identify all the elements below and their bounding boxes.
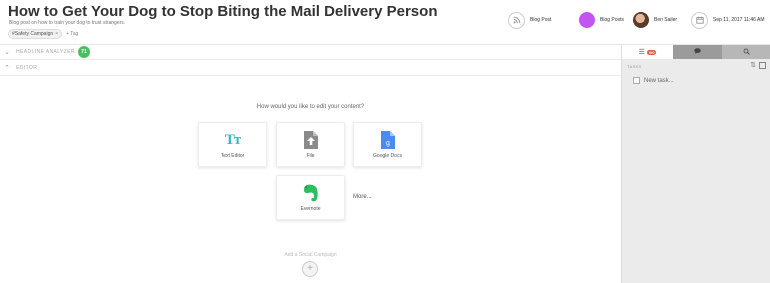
new-task-input[interactable]: New task...	[633, 77, 674, 84]
page-description[interactable]: Blog post on how to train your dog to tr…	[9, 20, 125, 26]
date-selector[interactable]: Sep 11, 2017 11:46 AM	[691, 10, 765, 30]
search-icon	[743, 48, 750, 57]
task-checkbox[interactable]	[633, 77, 640, 84]
owner-name: Ben Sailer	[654, 17, 678, 23]
svg-text:g: g	[386, 140, 390, 147]
rss-icon	[508, 11, 525, 29]
google-docs-icon: g	[354, 131, 421, 149]
tasks-toolbar: ⇅	[750, 61, 766, 69]
new-task-placeholder: New task...	[644, 77, 674, 84]
option-label: Evernote	[300, 206, 321, 212]
calendar-icon	[691, 11, 708, 29]
option-label: File	[306, 153, 315, 159]
more-options-link[interactable]: More...	[353, 194, 372, 200]
text-editor-icon: Tт	[224, 131, 241, 148]
evernote-option[interactable]: Evernote	[276, 175, 345, 220]
tab-search[interactable]	[722, 45, 770, 59]
avatar	[633, 12, 649, 28]
sidebar-tabs: ☰ 0/0	[622, 45, 770, 59]
tag-list: #Safety Campaign × + Tag	[8, 29, 78, 39]
tag-label: #Safety Campaign	[12, 31, 54, 37]
editor-toggle[interactable]: ⌃ EDITOR	[0, 61, 621, 76]
tag-pill[interactable]: #Safety Campaign ×	[8, 29, 63, 39]
headline-analyzer-toggle[interactable]: ⌄ HEADLINE ANALYZER 71	[0, 45, 621, 60]
project-color-dot	[579, 12, 595, 28]
add-tag-button[interactable]: + Tag	[66, 31, 78, 37]
tab-tasks[interactable]: ☰ 0/0	[622, 45, 673, 59]
content-type-label: Blog Post	[530, 17, 552, 23]
project-selector[interactable]: Blog Posts	[579, 10, 624, 30]
text-editor-option[interactable]: Tт Text Editor	[198, 122, 267, 167]
editor-prompt: How would you like to edit your content?	[256, 104, 365, 110]
headline-score-badge: 71	[77, 46, 90, 58]
publish-date: Sep 11, 2017 11:46 AM	[713, 17, 765, 23]
social-campaign-label: Add a Social Campaign	[284, 252, 337, 258]
owner-selector[interactable]: Ben Sailer	[633, 10, 677, 30]
file-upload-icon	[277, 131, 344, 149]
option-label: Google Docs	[373, 153, 402, 159]
content-type-selector[interactable]: Blog Post	[508, 10, 551, 30]
list-icon: ☰	[638, 49, 645, 56]
comment-icon	[694, 48, 701, 56]
right-sidebar: ☰ 0/0 TASKS ⇅ New task...	[621, 45, 770, 283]
headline-analyzer-label: HEADLINE ANALYZER	[16, 49, 75, 55]
option-label: Text Editor	[220, 153, 245, 159]
google-docs-option[interactable]: g Google Docs	[353, 122, 422, 167]
page-header: How to Get Your Dog to Stop Biting the M…	[0, 0, 770, 45]
evernote-icon	[277, 184, 344, 202]
add-social-campaign-button[interactable]: +	[302, 261, 318, 277]
tag-remove-icon[interactable]: ×	[55, 31, 58, 37]
project-label: Blog Posts	[600, 17, 624, 23]
chevron-down-icon: ⌄	[4, 49, 10, 56]
tasks-header: TASKS	[627, 64, 642, 69]
sort-icon[interactable]: ⇅	[750, 61, 756, 69]
page-title[interactable]: How to Get Your Dog to Stop Biting the M…	[8, 3, 437, 20]
chevron-up-icon: ⌃	[4, 65, 10, 72]
file-option[interactable]: File	[276, 122, 345, 167]
tasks-count-badge: 0/0	[646, 49, 657, 55]
editor-label: EDITOR	[16, 65, 38, 71]
tab-comments[interactable]	[673, 45, 722, 59]
task-template-icon[interactable]	[759, 61, 766, 69]
